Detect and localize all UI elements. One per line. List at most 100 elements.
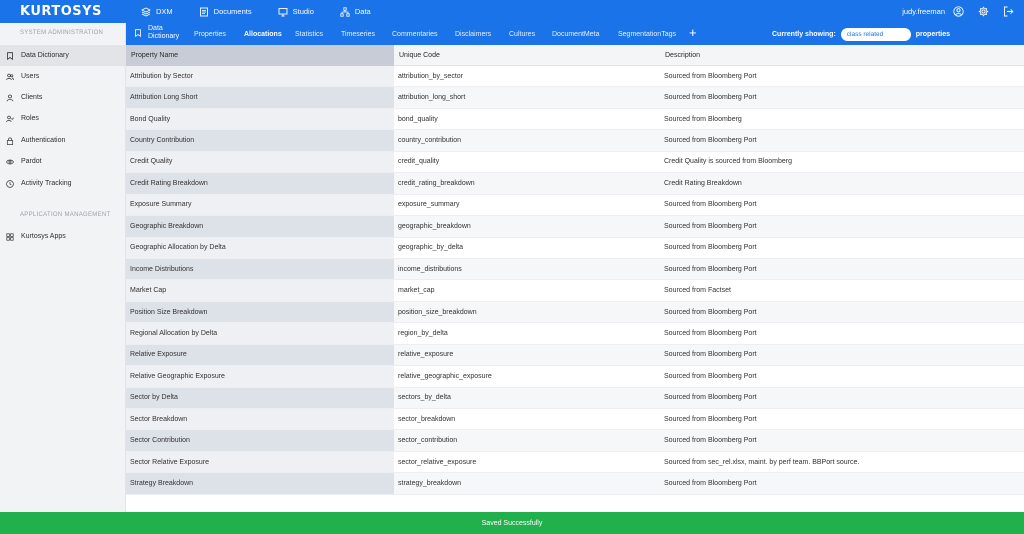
table-row[interactable]: Attribution by Sector attribution_by_sect… — [126, 66, 1024, 88]
tab-data-dictionary[interactable]: Data Dictionary — [134, 25, 179, 41]
table-row[interactable]: Position Size Breakdown position_size_bre… — [126, 301, 1024, 324]
cell-property-name: Sector by Delta — [126, 387, 394, 408]
table-row[interactable]: Geographic Allocation by Delta geographic… — [126, 237, 1024, 259]
cell-unique-code: income_distributions — [398, 265, 462, 273]
lock-icon — [6, 137, 14, 145]
cell-unique-code: region_by_delta — [398, 329, 448, 337]
table-row[interactable]: Sector Contribution sector_contribution So… — [126, 430, 1024, 452]
table-row[interactable]: Income Distributions income_distributions… — [126, 258, 1024, 281]
cell-description: Sourced from Bloomberg Port — [664, 222, 757, 230]
tab-allocations[interactable]: Allocations — [244, 23, 282, 45]
cell-description: Credit Quality is sourced from Bloomberg — [664, 158, 792, 166]
cell-description: Sourced from Bloomberg Port — [664, 137, 757, 145]
cell-unique-code: geographic_breakdown — [398, 222, 471, 230]
sidebar-item-roles[interactable]: Roles — [0, 108, 125, 129]
tab-cultures[interactable]: Cultures — [509, 23, 535, 45]
column-header-description[interactable]: Description — [660, 45, 1024, 66]
section-title-system-admin: SYSTEM ADMINISTRATION — [20, 30, 104, 36]
nav-item-dxm[interactable]: DXM — [141, 6, 173, 17]
showing-select[interactable]: class related — [840, 27, 911, 41]
section-title-app-management: APPLICATION MANAGEMENT — [20, 212, 111, 218]
user-icon — [6, 94, 14, 101]
settings-gear-icon[interactable] — [978, 6, 989, 17]
sidebar-item-authentication[interactable]: Authentication — [0, 130, 125, 151]
grid-icon — [6, 232, 14, 241]
table-row[interactable]: Credit Rating Breakdown credit_rating_bre… — [126, 173, 1024, 195]
sidebar-item-users[interactable]: Users — [0, 66, 125, 87]
cell-unique-code: strategy_breakdown — [398, 480, 462, 488]
sidebar-item-label: Activity Tracking — [21, 180, 72, 187]
column-header-property-name[interactable]: Property Name — [126, 45, 394, 66]
tab-properties[interactable]: Properties — [194, 23, 226, 45]
table-row[interactable]: Country Contribution country_contribution… — [126, 130, 1024, 152]
column-header-unique-code[interactable]: Unique Code — [394, 45, 660, 66]
table-header: Property Name Unique Code Description — [126, 45, 1024, 66]
table-row[interactable]: Regional Allocation by Delta region_by_de… — [126, 323, 1024, 345]
table-row[interactable]: Sector by Delta sectors_by_delta Sourced f… — [126, 387, 1024, 409]
sidebar-item-label: Kurtosys Apps — [21, 233, 66, 240]
layers-icon — [141, 6, 151, 17]
users-icon — [6, 73, 14, 80]
tab-segmentationtags[interactable]: SegmentationTags — [618, 23, 676, 45]
nav-item-data[interactable]: Data — [340, 6, 371, 17]
kurtosys-logo[interactable]: KURTOSYS — [20, 4, 102, 19]
table-row[interactable]: Attribution Long Short attribution_long_s… — [126, 87, 1024, 109]
sidebar-item-data-dictionary[interactable]: Data Dictionary — [0, 45, 125, 66]
sidebar-item-clients[interactable]: Clients — [0, 87, 125, 108]
cell-unique-code: credit_quality — [398, 158, 440, 166]
sidebar-item-pardot[interactable]: Pardot — [0, 151, 125, 172]
cell-description: Sourced from Bloomberg Port — [664, 394, 757, 402]
cell-description: Credit Rating Breakdown — [664, 179, 742, 187]
table-row[interactable]: Geographic Breakdown geographic_breakdown… — [126, 216, 1024, 238]
success-toast: Saved Successfully — [0, 512, 1024, 534]
sidebar-item-kurtosys-apps[interactable]: Kurtosys Apps — [0, 226, 125, 247]
username[interactable]: judy.freeman — [902, 7, 945, 16]
add-tab-plus-icon[interactable]: + — [689, 26, 697, 40]
monitor-icon — [278, 7, 288, 16]
cell-unique-code: sectors_by_delta — [398, 394, 451, 402]
top-bar: KURTOSYS DXM Documents Studio Data judy.… — [0, 0, 1024, 23]
table-row[interactable]: Strategy Breakdown strategy_breakdown Sour… — [126, 473, 1024, 495]
cell-unique-code: country_contribution — [398, 137, 462, 145]
document-icon — [199, 7, 208, 16]
tab-disclaimers[interactable]: Disclaimers — [455, 23, 491, 45]
table-row[interactable]: Bond Quality bond_quality Sourced from Blo… — [126, 108, 1024, 131]
cell-unique-code: sector_breakdown — [398, 415, 456, 423]
sidebar: SYSTEM ADMINISTRATION Data Dictionary Us… — [0, 23, 126, 512]
table-row[interactable]: Market Cap market_cap Sourced from Factset — [126, 280, 1024, 302]
nav-item-documents[interactable]: Documents — [199, 7, 252, 17]
logout-icon[interactable] — [1003, 6, 1014, 17]
properties-table: Property Name Unique Code Description At… — [126, 45, 1024, 495]
cell-unique-code: attribution_long_short — [398, 94, 466, 102]
tab-timeseries[interactable]: Timeseries — [341, 23, 375, 45]
cell-description: Sourced from Bloomberg Port — [664, 244, 757, 252]
eye-icon — [6, 159, 14, 164]
sidebar-item-label: Data Dictionary — [21, 52, 69, 59]
cell-property-name: Relative Exposure — [126, 344, 394, 366]
tab-documentmeta[interactable]: DocumentMeta — [552, 23, 599, 45]
sidebar-item-activity-tracking[interactable]: Activity Tracking — [0, 173, 125, 194]
currently-showing: Currently showing: class related propert… — [772, 23, 950, 45]
tab-commentaries[interactable]: Commentaries — [392, 23, 438, 45]
table-row[interactable]: Sector Relative Exposure sector_relative_… — [126, 451, 1024, 474]
bookmark-icon — [135, 29, 141, 37]
cell-description: Sourced from Bloomberg Port — [664, 265, 757, 273]
nav-item-label: Studio — [292, 7, 314, 16]
table-row[interactable]: Relative Geographic Exposure relative_geo… — [126, 366, 1024, 388]
cell-property-name: Sector Breakdown — [126, 409, 394, 430]
cell-unique-code: credit_rating_breakdown — [398, 179, 475, 187]
nav-item-studio[interactable]: Studio — [278, 7, 314, 17]
user-check-icon — [6, 115, 14, 122]
cell-unique-code: geographic_by_delta — [398, 244, 463, 252]
cell-description: Sourced from Bloomberg Port — [664, 372, 757, 380]
nav-item-label: Documents — [213, 7, 252, 16]
tab-statistics[interactable]: Statistics — [295, 23, 323, 45]
table-body: Attribution by Sector attribution_by_sect… — [126, 66, 1024, 495]
cell-property-name: Position Size Breakdown — [126, 301, 394, 323]
table-row[interactable]: Exposure Summary exposure_summary Sourced … — [126, 194, 1024, 217]
user-profile-icon[interactable] — [953, 6, 964, 17]
table-row[interactable]: Sector Breakdown sector_breakdown Sourced … — [126, 409, 1024, 431]
table-row[interactable]: Relative Exposure relative_exposure Source… — [126, 344, 1024, 367]
clock-icon — [6, 179, 14, 188]
table-row[interactable]: Credit Quality credit_quality Credit Quali… — [126, 151, 1024, 174]
